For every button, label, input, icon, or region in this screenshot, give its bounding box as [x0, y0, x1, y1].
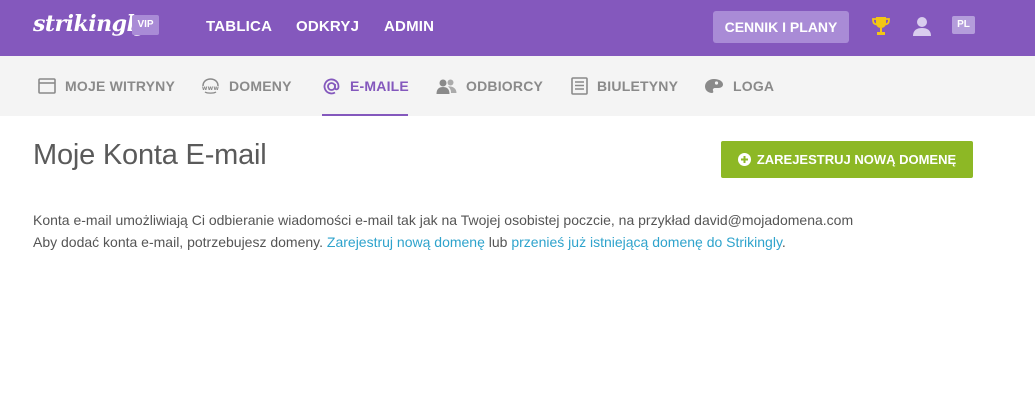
pricing-plans-button[interactable]: CENNIK I PLANY — [713, 11, 849, 43]
tab-label: ODBIORCY — [466, 78, 544, 94]
window-icon — [38, 78, 56, 94]
plus-circle-icon — [737, 153, 751, 166]
active-tab-indicator — [322, 114, 408, 116]
nav-odkryj[interactable]: ODKRYJ — [296, 18, 359, 35]
tab-label: MOJE WITRYNY — [65, 78, 175, 94]
tab-moje-witryny[interactable]: MOJE WITRYNY — [38, 56, 175, 116]
sub-navbar: MOJE WITRYNY www DOMENY E-MAILE ODBIORCY — [0, 56, 1035, 116]
newsletter-icon — [571, 77, 588, 95]
register-domain-link[interactable]: Zarejestruj nową domenę — [327, 234, 485, 250]
line2-prefix: Aby dodać konta e-mail, potrzebujesz dom… — [33, 234, 327, 250]
register-domain-button[interactable]: ZAREJESTRUJ NOWĄ DOMENĘ — [721, 141, 973, 178]
tab-e-maile[interactable]: E-MAILE — [322, 56, 409, 116]
register-domain-label: ZAREJESTRUJ NOWĄ DOMENĘ — [756, 152, 957, 167]
top-navbar: strikingly VIP TABLICA ODKRYJ ADMIN CENN… — [0, 0, 1035, 56]
vip-badge: VIP — [132, 15, 159, 35]
tab-label: BIULETYNY — [597, 78, 679, 94]
tab-label: LOGA — [733, 78, 775, 94]
user-icon[interactable] — [911, 15, 933, 37]
page-title: Moje Konta E-mail — [33, 139, 267, 171]
tab-loga[interactable]: LOGA — [704, 56, 774, 116]
line2-middle: lub — [484, 234, 512, 250]
people-icon — [436, 79, 457, 94]
tab-domeny[interactable]: www DOMENY — [201, 56, 292, 116]
strikingly-logo[interactable]: strikingly — [33, 11, 147, 37]
www-icon: www — [202, 78, 219, 94]
language-selector[interactable]: PL — [952, 16, 975, 34]
svg-text:www: www — [202, 85, 219, 92]
line2-suffix: . — [781, 234, 786, 250]
tab-label: E-MAILE — [350, 78, 409, 94]
nav-admin[interactable]: ADMIN — [384, 18, 434, 35]
description-line-2: Aby dodać konta e-mail, potrzebujesz dom… — [33, 234, 786, 250]
nav-tablica[interactable]: TABLICA — [206, 18, 272, 35]
tab-biuletyny[interactable]: BIULETYNY — [571, 56, 678, 116]
tab-label: DOMENY — [229, 78, 292, 94]
trophy-icon[interactable] — [871, 15, 891, 37]
at-icon — [323, 78, 340, 94]
tab-odbiorcy[interactable]: ODBIORCY — [436, 56, 543, 116]
palette-icon — [705, 79, 723, 93]
transfer-domain-link[interactable]: przenieś już istniejącą domenę do Striki… — [511, 234, 782, 250]
description-line-1: Konta e-mail umożliwiają Ci odbieranie w… — [33, 212, 854, 228]
